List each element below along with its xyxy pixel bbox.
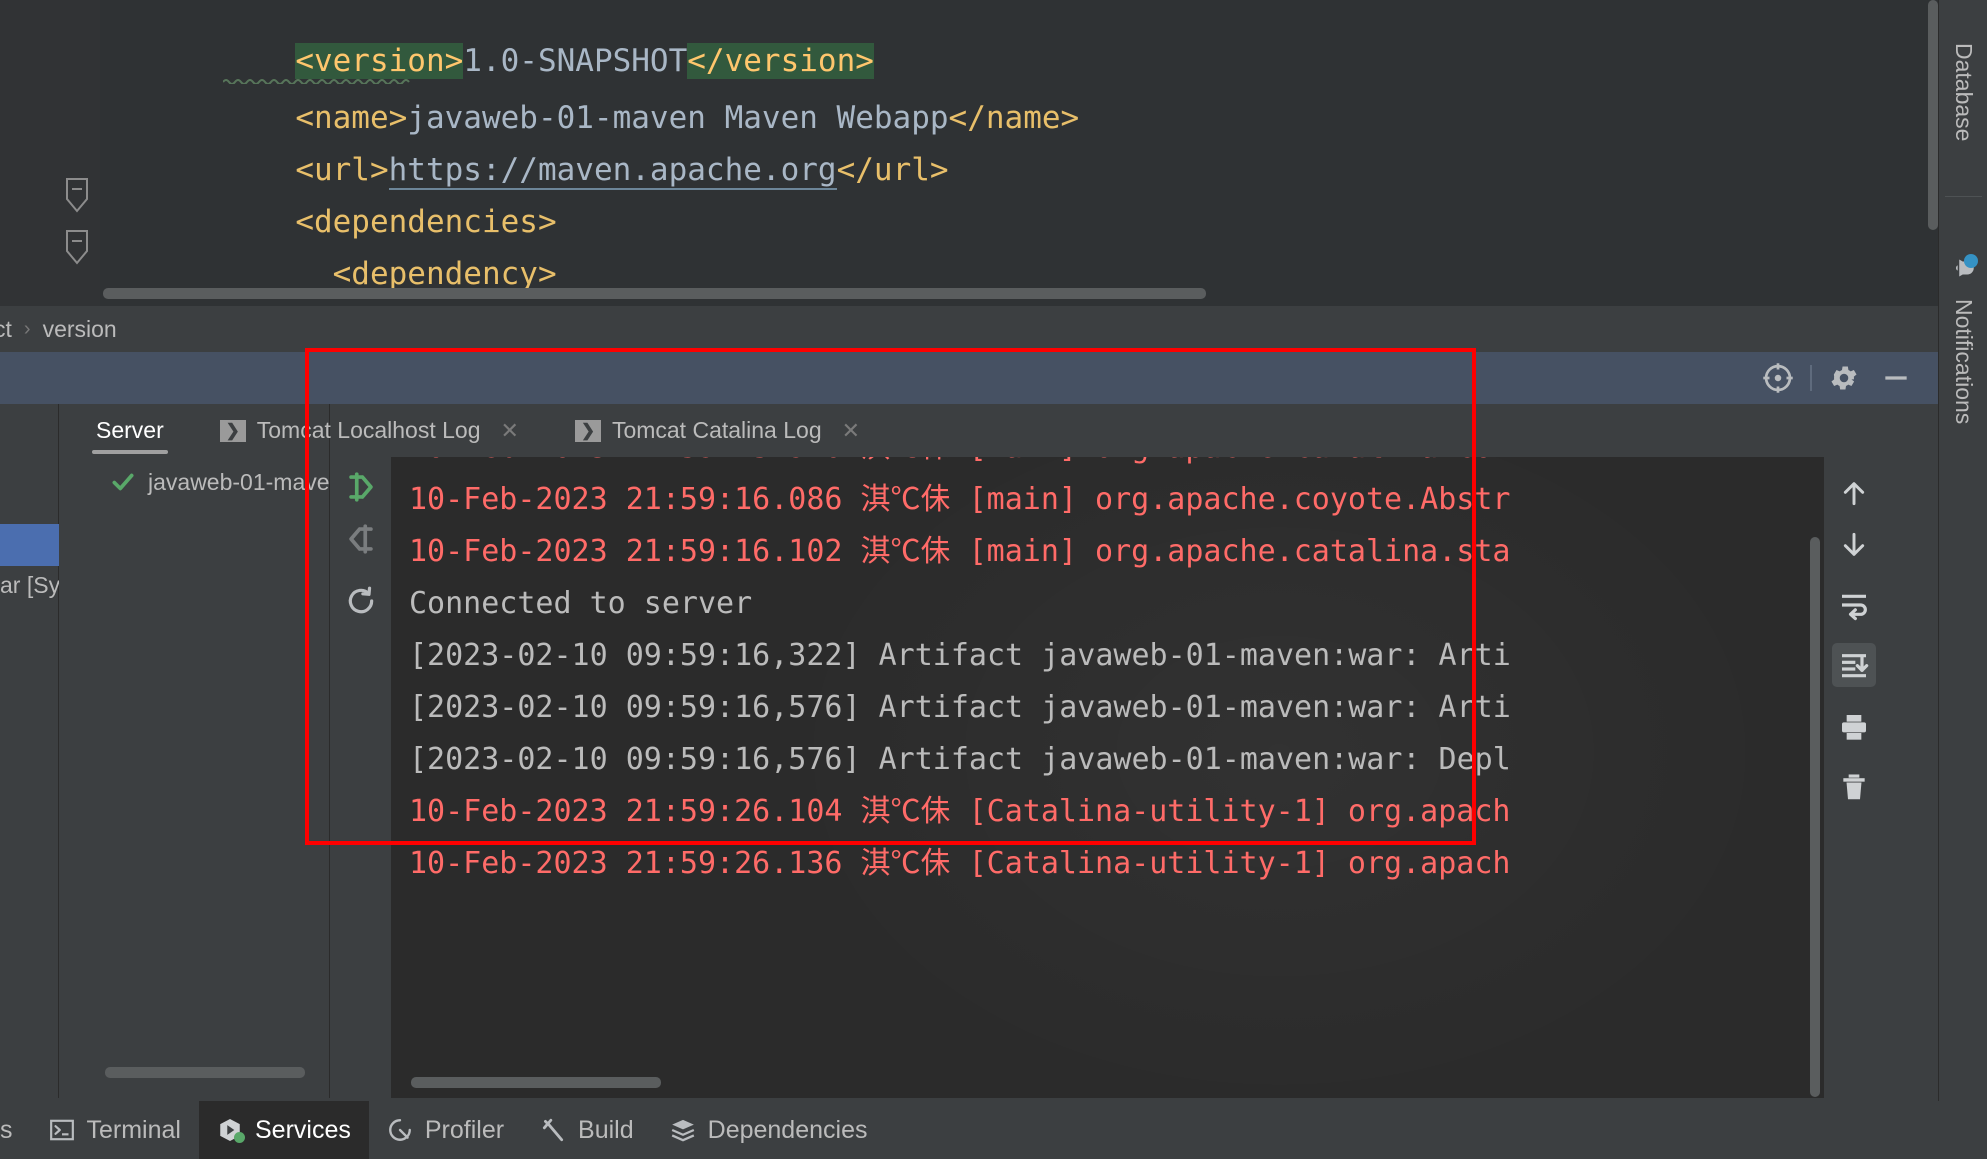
chevron-right-icon: › [23,317,31,340]
tab-tomcat-catalina-log-label: Tomcat Catalina Log [611,417,822,443]
services-tree-node[interactable]: javaweb-01-maven:w [60,462,330,502]
refresh-icon[interactable] [341,581,381,621]
status-item-services-label: Services [254,1115,351,1144]
services-icon [217,1117,245,1143]
bottom-tool-bar: s Terminal Services Profiler Build Depen… [0,1101,1987,1159]
breadcrumb[interactable]: ct › version [0,306,1938,352]
status-item-build-label: Build [578,1115,634,1144]
breadcrumb-item-0[interactable]: ct [0,316,12,343]
run-icon: ❯ [219,419,246,442]
right-tool-window-bar: Database Notifications [1938,0,1987,1101]
print-icon[interactable] [1832,705,1876,749]
run-icon: ❯ [574,419,601,442]
console-action-gutter [331,457,391,1098]
rerun-icon[interactable] [341,467,381,507]
close-icon[interactable]: ✕ [501,418,519,444]
status-item-partial-label: s [0,1115,13,1144]
terminal-icon [49,1117,75,1143]
tab-server[interactable]: Server [80,404,180,457]
project-panel-stub: ar [Sy [0,404,59,1098]
tab-tomcat-catalina-log[interactable]: ❯ Tomcat Catalina Log ✕ [559,404,876,457]
locate-icon[interactable] [1752,352,1804,404]
status-item-build[interactable]: Build [522,1101,652,1159]
bell-icon [1951,254,1978,281]
running-badge-dot [233,1132,245,1143]
build-hammer-icon [540,1117,566,1143]
status-item-dependencies[interactable]: Dependencies [652,1101,886,1159]
breadcrumb-item-1[interactable]: version [43,316,117,343]
console-output[interactable]: 10-Feb-2023 21:59:15.970 淇℃佅 [main] org.… [391,457,1824,1098]
tab-server-label: Server [96,417,164,443]
scroll-down-icon[interactable] [1832,523,1876,567]
sidebar-item-database[interactable]: Database [1939,2,1987,182]
code-seg: </url> [836,152,949,188]
services-tool-window: ar [Sy javaweb-01-maven:w Server ❯ [0,404,1938,1098]
rollback-icon[interactable] [341,519,381,559]
services-tree[interactable]: javaweb-01-maven:w [60,404,330,1098]
tab-tomcat-localhost-log[interactable]: ❯ Tomcat Localhost Log ✕ [204,404,535,457]
services-tree-horizontal-scrollbar[interactable] [105,1067,305,1078]
console-line: 10-Feb-2023 21:59:26.136 淇℃佅 [Catalina-u… [409,846,1511,881]
code-content[interactable]: <version>1.0-SNAPSHOT</version> <name>ja… [100,0,1938,306]
sidebar-item-notifications[interactable]: Notifications [1939,210,1987,470]
status-item-terminal[interactable]: Terminal [31,1101,199,1159]
scroll-to-end-icon[interactable] [1832,643,1876,687]
console-toolbar [1824,457,1884,1098]
services-tree-node-label: javaweb-01-maven:w [148,468,330,495]
project-selected-row[interactable] [0,524,59,566]
status-item-partial[interactable]: s [0,1101,31,1159]
profiler-icon [387,1117,413,1143]
console-lines: 10-Feb-2023 21:59:15.970 淇℃佅 [main] org.… [391,457,1824,1098]
sidebar-item-notifications-label: Notifications [1951,299,1977,425]
fold-marker-dependency[interactable] [66,230,88,265]
toolbar-divider [1810,365,1812,391]
console-horizontal-scrollbar[interactable] [411,1077,661,1088]
console-vertical-scrollbar[interactable] [1810,537,1820,1097]
sidebar-item-database-label: Database [1951,42,1977,142]
services-tab-strip[interactable]: Server ❯ Tomcat Localhost Log ✕ ❯ Tomcat… [60,404,1938,457]
check-icon [110,469,136,495]
status-item-dependencies-label: Dependencies [707,1115,868,1144]
editor-vertical-scrollbar[interactable] [1928,0,1938,230]
soft-wrap-icon[interactable] [1832,583,1876,627]
status-item-profiler[interactable]: Profiler [369,1101,522,1159]
editor-horizontal-scrollbar[interactable] [103,288,1206,299]
project-stub-text: ar [Sy [0,572,59,598]
status-item-profiler-label: Profiler [424,1115,505,1144]
tool-window-actions [1752,352,1922,404]
status-item-terminal-label: Terminal [86,1115,181,1144]
dependencies-icon [670,1117,696,1143]
code-seg: <dependency> [295,256,557,292]
code-line-dependency: <dependency> [146,177,557,306]
clear-all-trash-icon[interactable] [1832,765,1876,809]
sidebar-divider [1945,196,1982,197]
scroll-up-icon[interactable] [1832,471,1876,515]
code-editor[interactable]: <version>1.0-SNAPSHOT</version> <name>ja… [0,0,1938,306]
tab-tomcat-localhost-log-label: Tomcat Localhost Log [256,417,481,443]
settings-gear-icon[interactable] [1818,352,1870,404]
close-icon[interactable]: ✕ [842,418,860,444]
tool-window-header [0,352,1938,404]
status-item-services[interactable]: Services [198,1101,369,1159]
code-seg: </name> [948,100,1080,136]
notification-badge-dot [1963,254,1978,269]
minimize-icon[interactable] [1870,352,1922,404]
project-stub-label: ar [Sy [0,572,59,599]
fold-marker-dependencies[interactable] [66,178,88,213]
